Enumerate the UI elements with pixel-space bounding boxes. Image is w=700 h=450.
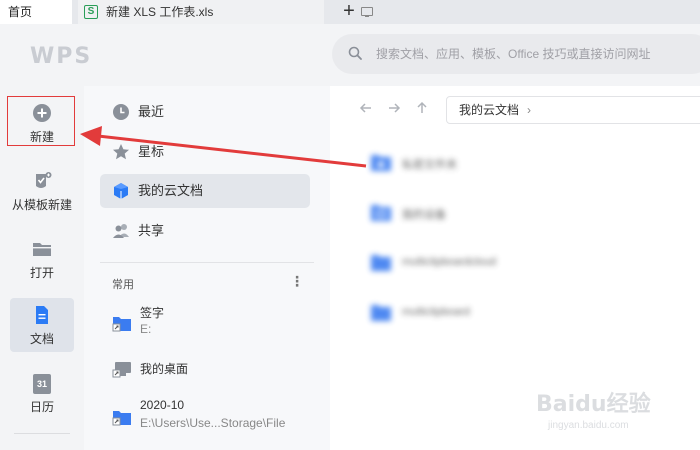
- forward-arrow-icon[interactable]: [386, 100, 402, 116]
- breadcrumb[interactable]: 我的云文档 ›: [446, 96, 700, 124]
- nav-open[interactable]: 打开: [10, 232, 74, 286]
- folder-icon: [371, 255, 391, 271]
- file-name: multiclipboard: [402, 306, 470, 318]
- up-arrow-icon[interactable]: [414, 100, 430, 116]
- new-tab-button[interactable]: +: [338, 0, 360, 24]
- folder-open-icon: [33, 243, 51, 256]
- folder-icon: [371, 305, 391, 321]
- favorite-name: 签字: [140, 306, 165, 320]
- nav-from-template-label: 从模板新建: [11, 198, 72, 212]
- tab-bar: 首页 S 新建 XLS 工作表.xls +: [0, 0, 700, 24]
- shortcut-folder-icon: [112, 411, 131, 426]
- search-input[interactable]: [376, 34, 696, 74]
- highlight-box: [7, 96, 75, 146]
- file-row[interactable]: multiclipboardcloud: [368, 252, 568, 276]
- star-icon: [113, 144, 129, 160]
- template-icon: [36, 172, 52, 188]
- mid-item-my-cloud-docs-label: 我的云文档: [138, 183, 204, 198]
- wps-logo: WPS: [30, 44, 92, 68]
- nav-documents-label: 文档: [29, 332, 54, 346]
- favorite-path: E:: [140, 322, 152, 336]
- favorite-name: 2020-10: [140, 398, 185, 412]
- file-name: multiclipboardcloud: [402, 256, 497, 268]
- cloud-box-icon: [114, 183, 128, 199]
- file-row[interactable]: multiclipboard: [368, 302, 568, 326]
- device-folder-icon: [371, 205, 391, 221]
- back-arrow-icon[interactable]: [358, 100, 374, 116]
- location-panel: 最近 星标 我的云文档 共享 常用 ⋮ 签字 E: 我的桌面 2020-10 E…: [84, 86, 330, 450]
- file-name: 我的设备: [402, 209, 446, 221]
- nav-open-label: 打开: [29, 266, 54, 280]
- section-title-frequent: 常用: [112, 279, 134, 291]
- favorite-name: 我的桌面: [140, 362, 189, 376]
- file-row[interactable]: 私密文件夹: [368, 152, 568, 176]
- watermark: Baidu经验 jingyan.baidu.com: [536, 386, 666, 444]
- nav-documents[interactable]: 文档: [10, 298, 74, 352]
- search-bar[interactable]: [332, 34, 700, 74]
- shortcut-folder-icon: [112, 317, 131, 332]
- nav-divider: [14, 433, 70, 434]
- watermark-brand: Baidu经验: [536, 392, 651, 417]
- search-icon: [348, 46, 362, 60]
- mid-item-shared-label: 共享: [138, 223, 165, 238]
- calendar-icon: 31: [33, 374, 51, 394]
- svg-text:WPS: WPS: [30, 44, 92, 68]
- mid-item-my-cloud-docs[interactable]: 我的云文档: [100, 174, 310, 208]
- clock-icon: [113, 104, 129, 120]
- mid-item-recent-label: 最近: [138, 104, 165, 119]
- monitor-icon[interactable]: [361, 7, 373, 18]
- tab-home[interactable]: 首页: [0, 0, 72, 24]
- more-options-icon[interactable]: ⋮: [290, 274, 304, 288]
- nav-calendar[interactable]: 31 日历: [10, 368, 74, 422]
- header: WPS: [0, 24, 700, 86]
- spreadsheet-icon: S: [84, 5, 98, 19]
- nav-calendar-label: 日历: [29, 400, 54, 414]
- shortcut-desktop-icon: [112, 362, 131, 378]
- tab-xls-document[interactable]: S 新建 XLS 工作表.xls: [78, 0, 373, 24]
- watermark-site: jingyan.baidu.com: [548, 420, 629, 431]
- mid-item-starred-label: 星标: [138, 144, 165, 159]
- file-name: 私密文件夹: [402, 159, 457, 171]
- mid-item-shared[interactable]: 共享: [100, 214, 310, 248]
- chevron-right-icon: ›: [527, 103, 532, 117]
- people-icon: [113, 224, 129, 238]
- panel-divider: [100, 262, 314, 263]
- mid-item-starred[interactable]: 星标: [100, 135, 310, 169]
- document-icon: [36, 306, 48, 324]
- private-folder-icon: [371, 155, 391, 171]
- breadcrumb-item[interactable]: 我的云文档: [459, 103, 519, 117]
- mid-item-recent[interactable]: 最近: [100, 95, 310, 129]
- nav-from-template[interactable]: 从模板新建: [10, 164, 74, 218]
- tab-document-label: 新建 XLS 工作表.xls: [106, 5, 214, 19]
- favorite-path: E:\Users\Use...Storage\File: [140, 416, 286, 430]
- file-row[interactable]: 我的设备: [368, 202, 568, 226]
